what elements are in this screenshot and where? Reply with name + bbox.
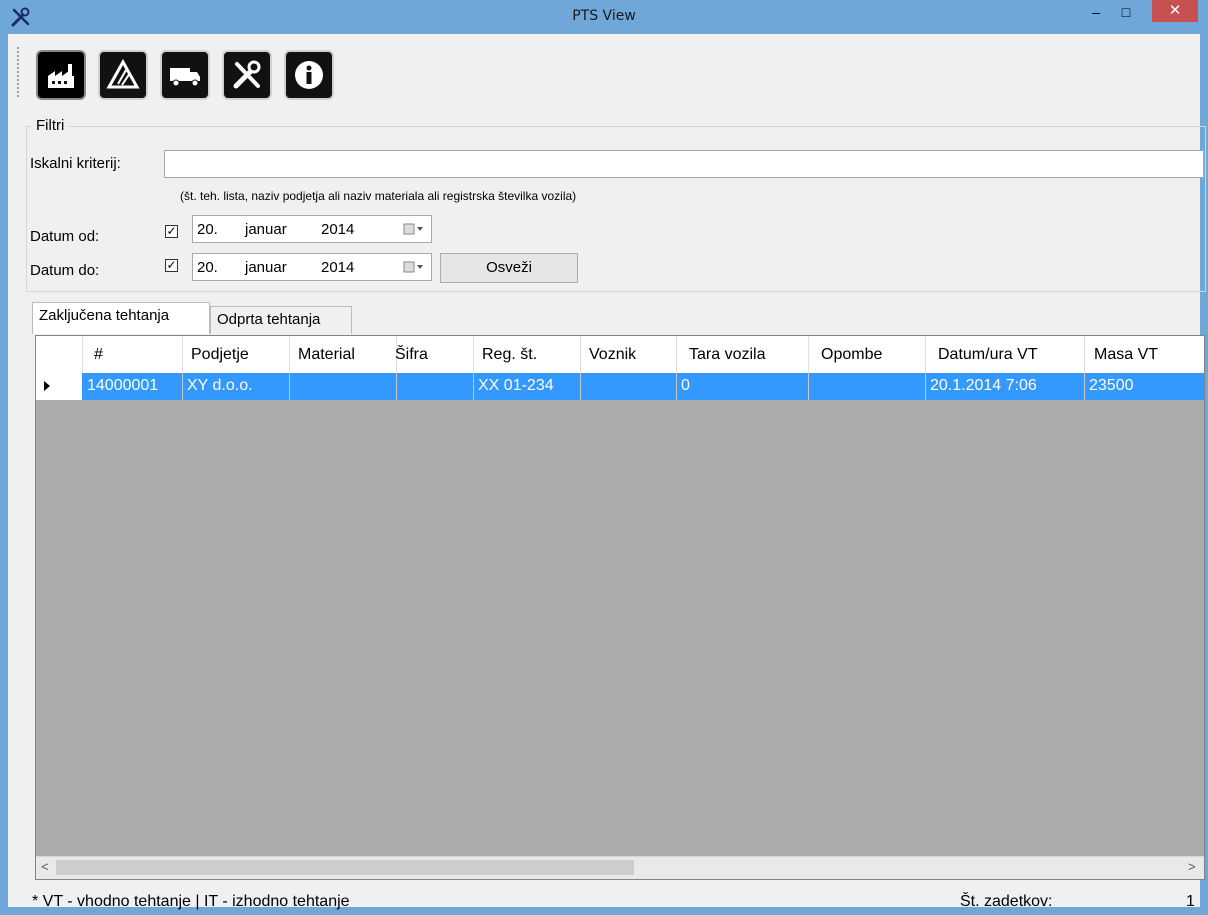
road-warning-button[interactable] — [98, 50, 148, 100]
info-icon — [295, 61, 323, 89]
date-to-day: 20. — [197, 259, 218, 276]
current-row-arrow-icon — [44, 381, 50, 391]
app-window: PTS View – □ ✕ Filtri Iskalni kriterij: … — [0, 0, 1208, 915]
cell-mass-vt[interactable]: 23500 — [1089, 377, 1134, 395]
row-header[interactable] — [36, 373, 83, 400]
cell-datetime-vt[interactable]: 20.1.2014 7:06 — [930, 377, 1037, 395]
title-bar[interactable]: PTS View – □ ✕ — [0, 0, 1208, 34]
col-mass-vt[interactable]: Masa VT — [1094, 346, 1158, 364]
tab-closed-weighings[interactable]: Zaključena tehtanja — [32, 302, 210, 334]
col-number[interactable]: # — [94, 346, 103, 364]
calendar-dropdown-icon[interactable] — [403, 223, 425, 235]
calendar-dropdown-icon[interactable] — [403, 261, 425, 273]
grid-header: # Podjetje Material Šifra Reg. št. Vozni… — [36, 336, 1204, 374]
toolbar-grip[interactable] — [16, 46, 20, 98]
date-from-label: Datum od: — [30, 228, 100, 245]
date-to-month: januar — [245, 259, 287, 276]
col-driver[interactable]: Voznik — [589, 346, 636, 364]
tools-icon — [233, 60, 261, 89]
cell-tare[interactable]: 0 — [681, 377, 690, 395]
results-count-label: Št. zadetkov: — [960, 893, 1053, 910]
truck-button[interactable] — [160, 50, 210, 100]
date-from-picker[interactable]: 20. januar 2014 — [192, 215, 432, 243]
date-from-day: 20. — [197, 221, 218, 238]
tools-button[interactable] — [222, 50, 272, 100]
search-hint: (št. teh. lista, naziv podjetja ali nazi… — [180, 189, 577, 203]
factory-button[interactable] — [36, 50, 86, 100]
data-grid[interactable]: # Podjetje Material Šifra Reg. št. Vozni… — [35, 335, 1205, 880]
tab-open-weighings[interactable]: Odprta tehtanja — [210, 306, 352, 334]
col-material[interactable]: Material — [298, 346, 355, 364]
filters-legend: Filtri — [32, 117, 69, 134]
search-label: Iskalni kriterij: — [30, 155, 121, 172]
col-reg-number[interactable]: Reg. št. — [482, 346, 537, 364]
horizontal-scrollbar[interactable]: < > — [36, 856, 1204, 879]
maximize-button[interactable]: □ — [1112, 4, 1140, 26]
scroll-left-button[interactable]: < — [41, 859, 49, 874]
scroll-right-button[interactable]: > — [1188, 859, 1196, 874]
road-warning-icon — [106, 58, 140, 89]
date-to-label: Datum do: — [30, 262, 100, 279]
cell-number[interactable]: 14000001 — [87, 377, 158, 395]
col-company[interactable]: Podjetje — [191, 346, 249, 364]
date-from-checkbox[interactable]: ✓ — [165, 225, 178, 238]
col-notes[interactable]: Opombe — [821, 346, 882, 364]
date-to-picker[interactable]: 20. januar 2014 — [192, 253, 432, 281]
col-datetime-vt[interactable]: Datum/ura VT — [938, 346, 1038, 364]
results-count-value: 1 — [1186, 893, 1195, 910]
date-from-year: 2014 — [321, 221, 355, 238]
window-title: PTS View — [572, 8, 636, 24]
minimize-button[interactable]: – — [1082, 4, 1110, 26]
scroll-thumb[interactable] — [56, 860, 634, 875]
refresh-button[interactable]: Osveži — [440, 253, 578, 283]
date-to-year: 2014 — [321, 259, 355, 276]
cell-reg-number[interactable]: XX 01-234 — [478, 377, 554, 395]
col-tare[interactable]: Tara vozila — [689, 346, 765, 364]
table-row[interactable]: 14000001 XY d.o.o. XX 01-234 0 20.1.2014… — [36, 373, 1204, 400]
cell-company[interactable]: XY d.o.o. — [187, 377, 253, 395]
date-from-month: januar — [245, 221, 287, 238]
info-button[interactable] — [284, 50, 334, 100]
date-to-checkbox[interactable]: ✓ — [165, 259, 178, 272]
search-input[interactable] — [164, 150, 1204, 178]
close-button[interactable]: ✕ — [1152, 0, 1198, 22]
col-code[interactable]: Šifra — [395, 346, 428, 364]
status-legend: * VT - vhodno tehtanje | IT - izhodno te… — [32, 893, 350, 910]
truck-icon — [170, 68, 200, 87]
factory-icon — [48, 64, 74, 88]
